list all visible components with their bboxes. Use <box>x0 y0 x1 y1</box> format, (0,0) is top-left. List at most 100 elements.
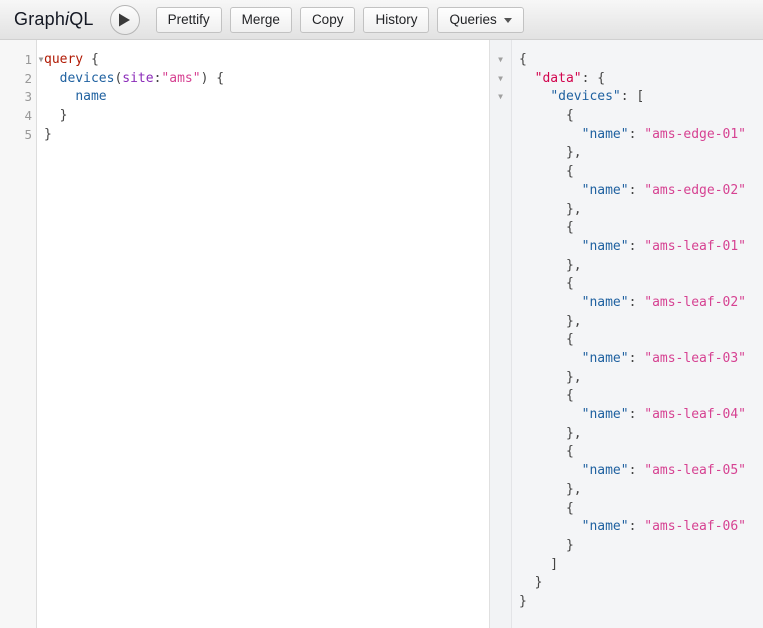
query-line-number: 1 ▼ <box>0 51 43 70</box>
result-line: }, <box>519 257 763 276</box>
result-gutter-line <box>490 462 511 481</box>
result-token: ] <box>519 556 559 572</box>
result-token: : <box>628 351 645 366</box>
result-fold-gutter[interactable]: ▼ ▼ ▼ <box>490 40 512 628</box>
result-line: { <box>519 219 763 238</box>
result-line: }, <box>519 313 763 332</box>
copy-button[interactable]: Copy <box>299 6 356 33</box>
result-token: "name" <box>581 238 629 254</box>
fold-toggle-icon[interactable]: ▼ <box>36 51 46 70</box>
result-gutter-line <box>490 350 511 369</box>
result-line: }, <box>519 369 763 388</box>
logo-prefix: Graph <box>14 9 66 29</box>
result-line: { <box>519 443 763 462</box>
query-token: { <box>216 70 225 86</box>
result-token: }, <box>519 481 582 497</box>
result-gutter-line <box>490 556 511 575</box>
result-token: : <box>628 238 645 254</box>
result-token: "name" <box>581 519 629 535</box>
result-token <box>519 407 582 422</box>
query-token: query <box>44 52 84 67</box>
query-token: devices <box>59 70 115 86</box>
query-line: } <box>44 126 489 145</box>
result-line: }, <box>519 144 763 163</box>
editor-panes: 1 ▼ 2 3 4 5 query { devices(site:"ams") { nam… <box>0 40 763 628</box>
query-line: name <box>44 88 489 107</box>
query-line-number-gutter[interactable]: 1 ▼ 2 3 4 5 <box>0 40 43 628</box>
result-gutter-line <box>490 425 511 444</box>
fold-toggle-icon[interactable]: ▼ <box>498 55 503 64</box>
query-token <box>83 52 91 67</box>
result-token: }, <box>519 201 582 217</box>
logo-suffix: QL <box>69 9 94 29</box>
prettify-button[interactable]: Prettify <box>155 6 222 33</box>
result-token: : <box>628 182 645 198</box>
graphiql-app: GraphiQL Prettify Merge Copy History Que… <box>0 0 763 628</box>
result-token: : <box>628 294 645 310</box>
merge-button[interactable]: Merge <box>229 6 292 33</box>
result-gutter-line <box>490 238 511 257</box>
result-token: [ <box>636 89 645 105</box>
fold-toggle-icon[interactable]: ▼ <box>498 92 503 101</box>
result-token: { <box>519 220 574 236</box>
result-token: "name" <box>581 463 629 479</box>
result-gutter-line <box>490 257 511 276</box>
result-gutter-line <box>490 144 511 163</box>
result-token: }, <box>519 369 582 385</box>
query-line-number: 5 <box>24 126 32 142</box>
result-gutter-line <box>490 182 511 201</box>
result-token: : <box>620 89 637 105</box>
app-logo: GraphiQL <box>14 9 94 30</box>
result-token <box>519 127 582 142</box>
query-token: name <box>75 89 107 105</box>
result-gutter-line <box>490 537 511 556</box>
result-line: }, <box>519 481 763 500</box>
result-token: "devices" <box>550 89 621 105</box>
result-line: { <box>519 163 763 182</box>
query-editor[interactable]: query { devices(site:"ams") { name }} <box>37 40 489 628</box>
result-line: } <box>519 593 763 612</box>
result-line: "name": "ams-leaf-06" <box>519 518 763 537</box>
result-gutter-line <box>490 219 511 238</box>
result-line: { <box>519 500 763 519</box>
result-gutter-line <box>490 574 511 593</box>
toolbar: GraphiQL Prettify Merge Copy History Que… <box>0 0 763 40</box>
result-gutter-line <box>490 593 511 612</box>
result-token <box>519 239 582 254</box>
result-token: "name" <box>581 351 629 366</box>
result-viewer[interactable]: { "data": { "devices": [ { "name": "ams-… <box>512 40 763 628</box>
result-token: { <box>519 388 574 404</box>
execute-query-button[interactable] <box>109 4 140 35</box>
query-line: devices(site:"ams") { <box>44 70 489 89</box>
result-token: "ams-edge-01" <box>644 126 746 142</box>
fold-toggle-icon[interactable]: ▼ <box>498 74 503 83</box>
result-token: { <box>519 108 574 124</box>
query-token: site <box>122 70 154 86</box>
result-token: "name" <box>581 182 629 198</box>
result-gutter-line <box>490 481 511 500</box>
query-line: query { <box>44 51 489 70</box>
result-token <box>519 463 582 478</box>
query-line-number: 4 <box>24 108 32 124</box>
result-gutter-line <box>490 294 511 313</box>
result-token: { <box>519 276 574 292</box>
result-token: : <box>628 407 645 423</box>
history-button[interactable]: History <box>363 6 430 33</box>
result-token: : <box>628 463 645 479</box>
query-token: "ams" <box>161 70 201 86</box>
result-gutter-line <box>490 107 511 126</box>
result-line: "data": { <box>519 70 763 89</box>
result-token <box>519 295 582 310</box>
query-token: { <box>90 52 99 67</box>
result-token: } <box>519 593 527 609</box>
result-line: "name": "ams-leaf-03" <box>519 350 763 369</box>
result-token: "name" <box>581 407 629 423</box>
result-pane: ▼ ▼ ▼ { "data": { "devices": [ { "name": "… <box>490 40 763 628</box>
queries-dropdown[interactable]: Queries <box>437 6 524 33</box>
result-gutter-line <box>490 518 511 537</box>
query-line-number: 2 <box>24 70 32 86</box>
result-gutter-line <box>490 163 511 182</box>
result-token: { <box>519 52 527 67</box>
query-line-number: 3 <box>24 89 32 105</box>
result-token: "ams-leaf-03" <box>644 351 746 366</box>
